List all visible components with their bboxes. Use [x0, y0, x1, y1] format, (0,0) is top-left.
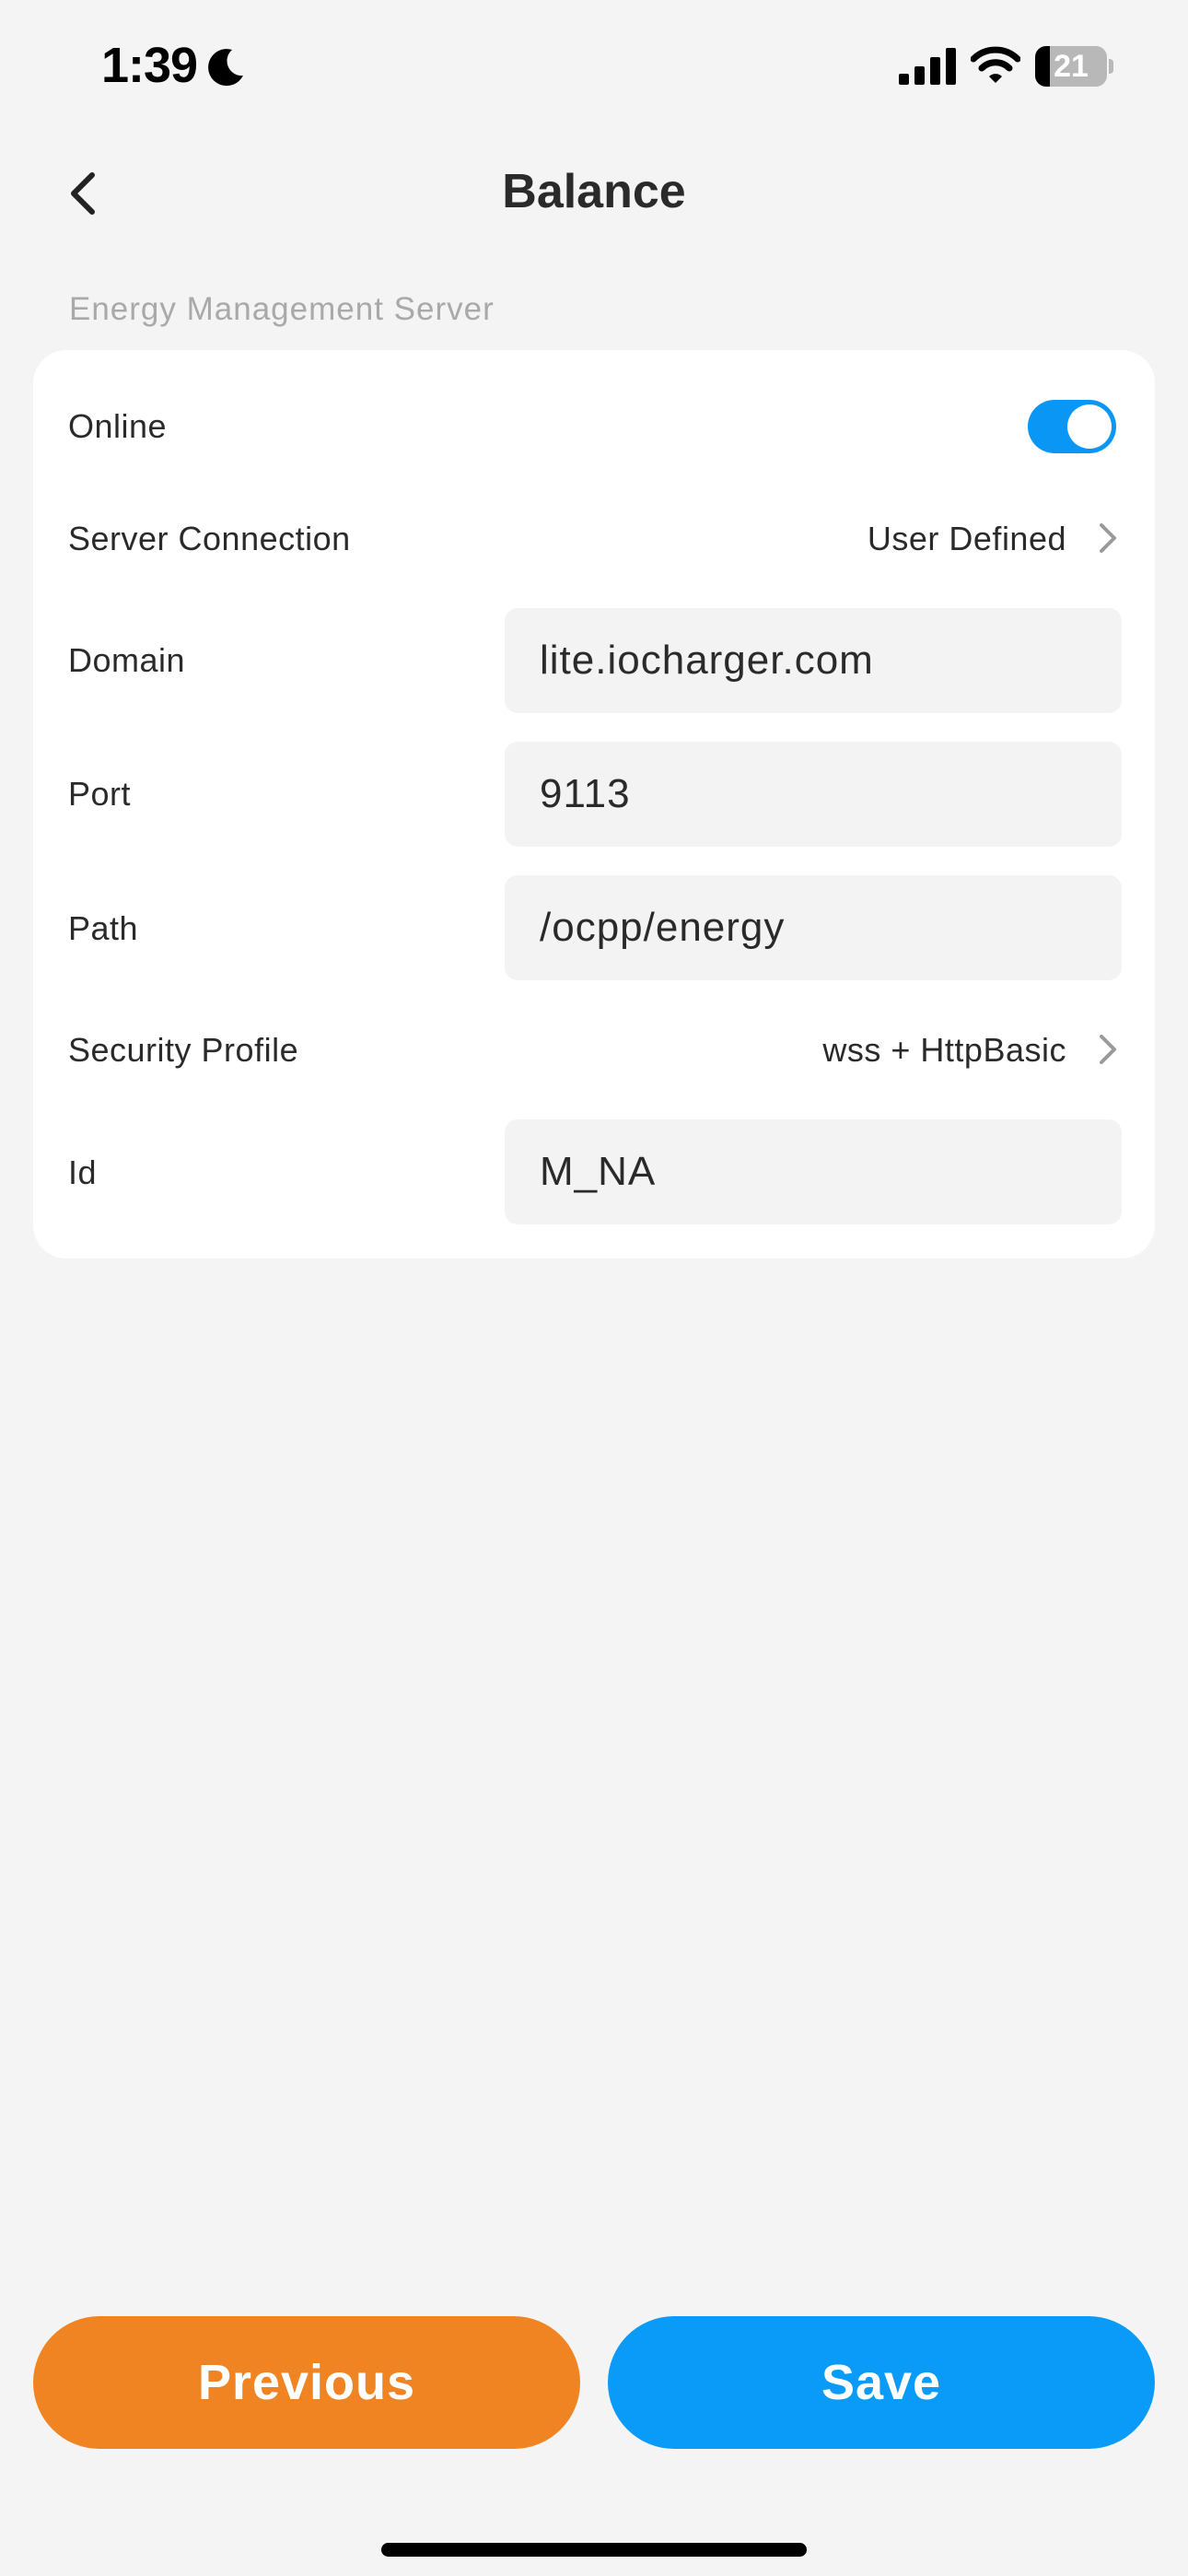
chevron-right-icon[interactable]: [1094, 1031, 1122, 1068]
battery-shell: 21: [1035, 46, 1107, 87]
port-input[interactable]: [505, 742, 1122, 847]
toggle-knob: [1067, 404, 1112, 449]
id-label: Id: [68, 1153, 98, 1191]
security-profile-select[interactable]: wss + HttpBasic: [822, 1031, 1066, 1070]
server-connection-select[interactable]: User Defined: [868, 520, 1066, 558]
chevron-right-icon[interactable]: [1094, 520, 1122, 556]
port-label: Port: [68, 775, 132, 813]
moon-icon: [208, 49, 243, 87]
signal-icon: [899, 48, 956, 85]
save-button[interactable]: Save: [608, 2316, 1155, 2449]
battery-level: 21: [1054, 49, 1089, 84]
home-indicator[interactable]: [381, 2543, 807, 2557]
domain-label: Domain: [68, 641, 186, 679]
settings-card: Online Server Connection User Defined Do…: [33, 350, 1155, 1259]
page-title: Balance: [502, 165, 686, 218]
id-input[interactable]: [505, 1119, 1122, 1224]
path-input[interactable]: [505, 875, 1122, 980]
server-connection-label: Server Connection: [68, 520, 351, 557]
wifi-icon: [971, 46, 1020, 83]
path-label: Path: [68, 909, 139, 947]
section-label: Energy Management Server: [69, 291, 495, 327]
status-bar: 1:39 21: [0, 0, 1188, 138]
previous-button[interactable]: Previous: [33, 2316, 580, 2449]
security-profile-label: Security Profile: [68, 1031, 299, 1069]
online-label: Online: [68, 407, 168, 445]
battery-icon: 21: [1035, 46, 1114, 87]
battery-cap: [1109, 59, 1113, 74]
nav-header: Balance: [0, 147, 1188, 240]
online-toggle[interactable]: [1028, 400, 1116, 453]
status-time: 1:39: [101, 38, 198, 93]
domain-input[interactable]: [505, 608, 1122, 713]
